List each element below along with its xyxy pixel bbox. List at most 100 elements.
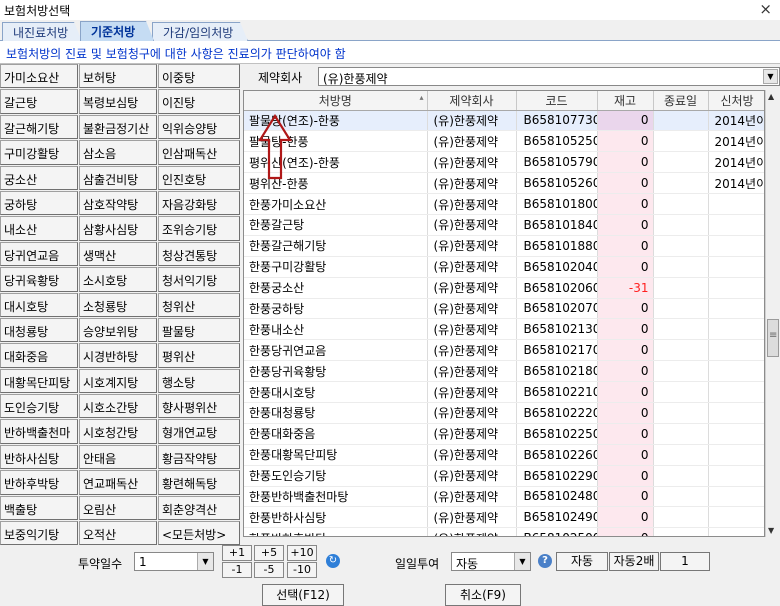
prescription-button[interactable]: 소시호탕 bbox=[79, 267, 157, 292]
prescription-button[interactable]: 향사평위산 bbox=[158, 394, 240, 419]
scroll-up-icon[interactable]: ▲ bbox=[768, 92, 774, 101]
prescription-button[interactable]: 시호청간탕 bbox=[79, 419, 157, 444]
prescription-button[interactable]: 인삼패독산 bbox=[158, 140, 240, 165]
tab-my-prescriptions[interactable]: 내진료처방 bbox=[2, 22, 82, 41]
chevron-down-icon[interactable]: ▼ bbox=[514, 553, 530, 570]
table-row[interactable]: 평위산(연조)-한풍 (유)한풍제약 B658105790 0 2014년이 bbox=[244, 151, 764, 174]
prescription-button[interactable]: 조위승기탕 bbox=[158, 216, 240, 241]
company-select[interactable]: (유)한풍제약 ▼ bbox=[318, 67, 780, 86]
prescription-button[interactable]: 시경반하탕 bbox=[79, 343, 157, 368]
days-combo[interactable]: 1 ▼ bbox=[134, 552, 214, 571]
prescription-button[interactable]: 회춘양격산 bbox=[158, 495, 240, 521]
table-row[interactable]: 팔물탕(연조)-한풍 (유)한풍제약 B658107730 0 2014년이 bbox=[244, 110, 764, 132]
table-row[interactable]: 한풍반하백출천마탕 (유)한풍제약 B658102480 0 bbox=[244, 486, 764, 508]
auto-double-button[interactable]: 자동2배 bbox=[609, 552, 659, 571]
plus-5-button[interactable]: +5 bbox=[254, 545, 284, 561]
prescription-button[interactable]: 청상견통탕 bbox=[158, 241, 240, 267]
table-scrollbar[interactable]: ▲ ▼ bbox=[765, 90, 780, 537]
table-row[interactable]: 한풍가미소요산 (유)한풍제약 B658101800 0 bbox=[244, 193, 764, 215]
prescription-button[interactable]: 오림산 bbox=[79, 495, 157, 521]
chevron-down-icon[interactable]: ▼ bbox=[197, 553, 213, 570]
prescription-button[interactable]: 복령보심탕 bbox=[79, 89, 157, 114]
prescription-button[interactable]: 도인승기탕 bbox=[0, 394, 78, 419]
table-row[interactable]: 한풍반하후박탕(유)한풍제약B6581025000 bbox=[244, 527, 764, 536]
prescription-button[interactable]: 자음강화탕 bbox=[158, 190, 240, 216]
prescription-button[interactable]: 이중탕 bbox=[158, 64, 240, 89]
prescription-button[interactable]: 시호소간탕 bbox=[79, 394, 157, 419]
prescription-button[interactable]: 청서익기탕 bbox=[158, 267, 240, 292]
prescription-button[interactable]: 당귀육황탕 bbox=[0, 267, 78, 292]
prescription-button[interactable]: 당귀연교음 bbox=[0, 241, 78, 267]
table-row[interactable]: 한풍갈근해기탕 (유)한풍제약 B658101880 0 bbox=[244, 235, 764, 257]
prescription-button[interactable]: 연교패독산 bbox=[79, 470, 157, 495]
prescription-button[interactable]: 황련해독탕 bbox=[158, 470, 240, 495]
prescription-button[interactable]: 반하백출천마 bbox=[0, 419, 78, 444]
prescription-button[interactable]: 삼출건비탕 bbox=[79, 165, 157, 190]
prescription-button[interactable]: 보허탕 bbox=[79, 64, 157, 89]
prescription-button[interactable]: 궁소산 bbox=[0, 165, 78, 190]
prescription-button[interactable]: 황금작약탕 bbox=[158, 444, 240, 470]
prescription-button[interactable]: 반하사심탕 bbox=[0, 444, 78, 470]
prescription-button[interactable]: 소청룡탕 bbox=[79, 292, 157, 317]
prescription-button[interactable]: 가미소요산 bbox=[0, 64, 78, 89]
prescription-button[interactable]: 시호계지탕 bbox=[79, 368, 157, 394]
prescription-button[interactable]: 이진탕 bbox=[158, 89, 240, 114]
prescription-button[interactable]: 삼소음 bbox=[79, 140, 157, 165]
minus-5-button[interactable]: -5 bbox=[254, 562, 284, 578]
prescription-button[interactable]: 대화중음 bbox=[0, 343, 78, 368]
table-row[interactable]: 한풍대황목단피탕 (유)한풍제약 B658102260 0 bbox=[244, 444, 764, 466]
table-row[interactable]: 평위산-한풍 (유)한풍제약 B658105260 0 2014년이 bbox=[244, 172, 764, 195]
plus-1-button[interactable]: +1 bbox=[222, 545, 252, 561]
prescription-button[interactable]: 백출탕 bbox=[0, 495, 78, 521]
prescription-button[interactable]: 대황목단피탕 bbox=[0, 368, 78, 394]
table-row[interactable]: 한풍도인승기탕 (유)한풍제약 B658102290 0 bbox=[244, 465, 764, 487]
table-row[interactable]: 한풍당귀연교음 (유)한풍제약 B658102170 0 bbox=[244, 339, 764, 362]
table-row[interactable]: 한풍구미강활탕 (유)한풍제약 B658102040 0 bbox=[244, 256, 764, 278]
column-header-company[interactable]: 제약회사 bbox=[427, 91, 517, 111]
prescription-button[interactable]: 행소탕 bbox=[158, 368, 240, 394]
table-row[interactable]: 한풍당귀육황탕 (유)한풍제약 B658102180 0 bbox=[244, 360, 764, 383]
prescription-button[interactable]: 인진호탕 bbox=[158, 165, 240, 190]
prescription-button[interactable]: 반하후박탕 bbox=[0, 470, 78, 495]
prescription-button[interactable]: 대시호탕 bbox=[0, 292, 78, 317]
column-header-stock[interactable]: 재고 bbox=[597, 91, 654, 111]
table-row[interactable]: 한풍대청룡탕 (유)한풍제약 B658102220 0 bbox=[244, 402, 764, 424]
select-button[interactable]: 선택(F12) bbox=[262, 584, 344, 606]
refresh-icon[interactable]: ↻ bbox=[326, 554, 340, 568]
table-row[interactable]: 한풍대시호탕 (유)한풍제약 B658102210 0 bbox=[244, 381, 764, 403]
prescription-button[interactable]: 팔물탕 bbox=[158, 317, 240, 343]
close-icon[interactable]: × bbox=[759, 0, 772, 18]
prescription-button[interactable]: 내소산 bbox=[0, 216, 78, 241]
prescription-button[interactable]: 삼황사심탕 bbox=[79, 216, 157, 241]
chevron-down-icon[interactable]: ▼ bbox=[763, 69, 778, 84]
tab-modified-prescriptions[interactable]: 가감/임의처방 bbox=[152, 22, 248, 41]
prescription-button[interactable]: 삼호작약탕 bbox=[79, 190, 157, 216]
prescription-button[interactable]: 안태음 bbox=[79, 444, 157, 470]
help-icon[interactable]: ? bbox=[538, 554, 552, 568]
plus-10-button[interactable]: +10 bbox=[287, 545, 317, 561]
column-header-name[interactable]: 처방명 bbox=[244, 91, 428, 111]
cancel-button[interactable]: 취소(F9) bbox=[445, 584, 521, 606]
prescription-button[interactable]: 궁하탕 bbox=[0, 190, 78, 216]
prescription-button[interactable]: 익위승양탕 bbox=[158, 114, 240, 140]
prescription-button[interactable]: 평위산 bbox=[158, 343, 240, 368]
minus-10-button[interactable]: -10 bbox=[287, 562, 317, 578]
table-row[interactable]: 한풍반하사심탕 (유)한풍제약 B658102490 0 bbox=[244, 506, 764, 529]
table-row[interactable]: 한풍내소산 (유)한풍제약 B658102130 0 bbox=[244, 318, 764, 341]
minus-1-button[interactable]: -1 bbox=[222, 562, 252, 578]
prescription-button[interactable]: 갈근해기탕 bbox=[0, 114, 78, 140]
table-row[interactable]: 한풍궁하탕 (유)한풍제약 B658102070 0 bbox=[244, 298, 764, 320]
prescription-button[interactable]: 구미강활탕 bbox=[0, 140, 78, 165]
column-header-code[interactable]: 코드 bbox=[516, 91, 598, 111]
table-row[interactable]: 한풍대화중음 (유)한풍제약 B658102250 0 bbox=[244, 423, 764, 445]
auto-button[interactable]: 자동 bbox=[556, 552, 608, 571]
prescription-button[interactable]: 갈근탕 bbox=[0, 89, 78, 114]
table-row[interactable]: 팔물탕-한풍 (유)한풍제약 B658105250 0 2014년이 bbox=[244, 130, 764, 153]
column-header-end-date[interactable]: 종료일 bbox=[653, 91, 709, 111]
prescription-button[interactable]: 형개연교탕 bbox=[158, 419, 240, 444]
prescription-button[interactable]: 승양보위탕 bbox=[79, 317, 157, 343]
table-row[interactable]: 한풍궁소산 (유)한풍제약 B658102060 -31 bbox=[244, 277, 764, 299]
prescription-button[interactable]: 불환금정기산 bbox=[79, 114, 157, 140]
prescription-button[interactable]: 대청룡탕 bbox=[0, 317, 78, 343]
table-row[interactable]: 한풍갈근탕 (유)한풍제약 B658101840 0 bbox=[244, 214, 764, 236]
